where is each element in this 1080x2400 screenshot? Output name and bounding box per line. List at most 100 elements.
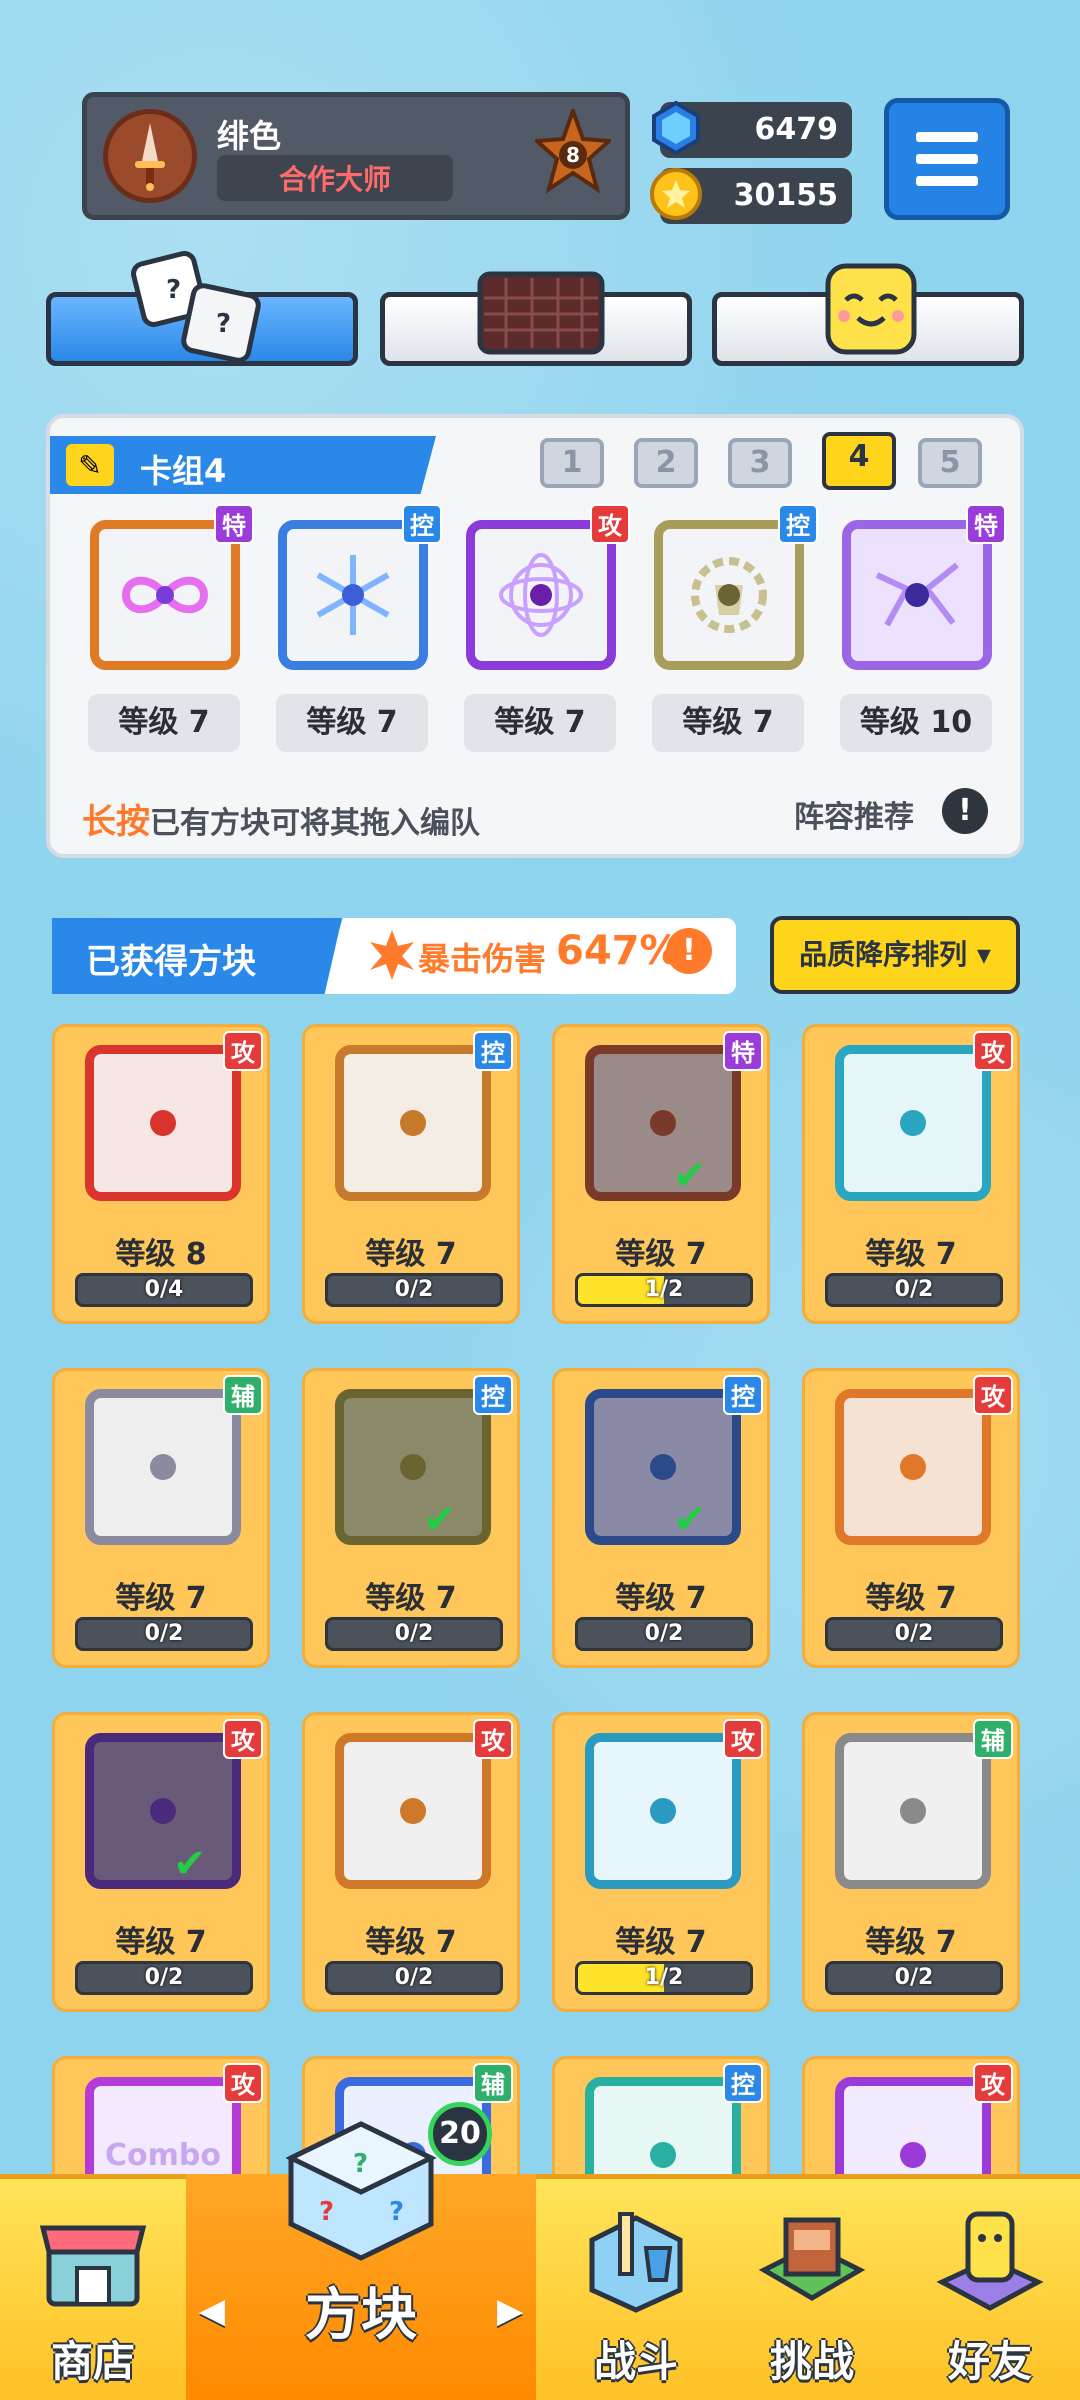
block-level: 等级 7 [615, 1925, 707, 1960]
type-badge: 控 [723, 1375, 763, 1415]
block-card[interactable]: 攻等级 7 0/2 [302, 1712, 520, 2012]
equipped-check-icon: ✔ [423, 1497, 457, 1543]
block-core-dot [150, 1798, 176, 1824]
dial-icon [835, 1733, 991, 1889]
type-badge: 控 [402, 504, 442, 544]
upgrade-progress-bar: 0/2 [575, 1617, 753, 1651]
deck-slot-1[interactable]: 1 [540, 438, 604, 488]
lineup-recommend-button[interactable]: 阵容推荐 [794, 792, 914, 836]
type-badge: 攻 [223, 1031, 263, 1071]
hint-text: 已有方块可将其拖入编队 [150, 806, 480, 841]
nav-blocks-label: 方块 [305, 2283, 417, 2348]
nav-shop[interactable]: 商店 [0, 2174, 186, 2400]
nav-battle-label: 战斗 [593, 2337, 678, 2386]
player-profile[interactable]: 绯色 合作大师 8 [82, 92, 630, 220]
svg-text:?: ? [166, 275, 181, 305]
player-title: 合作大师 [217, 155, 453, 201]
type-badge: 攻 [223, 1719, 263, 1759]
block-card[interactable]: 攻等级 7 0/2 [802, 1024, 1020, 1324]
block-card[interactable]: 控等级 7 0/2 [302, 1024, 520, 1324]
upgrade-progress-bar: 0/2 [325, 1961, 503, 1995]
block-level: 等级 7 [115, 1925, 207, 1960]
crit-damage-label: 暴击伤害 [418, 940, 547, 978]
hint-highlight: 长按 [82, 802, 150, 842]
svg-text:?: ? [389, 2197, 404, 2227]
nav-challenge[interactable]: 挑战 [724, 2174, 900, 2400]
type-badge: 特 [214, 504, 254, 544]
battle-icon [589, 2212, 683, 2313]
block-level: 等级 7 [865, 1237, 957, 1272]
deck-slot-2[interactable]: 2 [634, 438, 698, 488]
sand-icon [335, 1045, 491, 1201]
block-level: 等级 7 [365, 1237, 457, 1272]
nav-battle[interactable]: 战斗 [548, 2174, 724, 2400]
type-badge: 攻 [223, 2063, 263, 2103]
gear-shield-icon [335, 1389, 491, 1545]
deck-slot-3[interactable]: 3 [728, 438, 792, 488]
progress-text: 0/2 [894, 1621, 934, 1646]
block-card[interactable]: 辅等级 7 0/2 [52, 1368, 270, 1668]
deck-tile-level: 等级 7 [88, 694, 240, 752]
type-badge: 攻 [973, 2063, 1013, 2103]
smiley-icon [825, 263, 917, 355]
crit-info-icon[interactable]: ! [666, 928, 712, 974]
deck-tile-2[interactable]: 控 [274, 504, 444, 680]
nav-friends[interactable]: 好友 [900, 2174, 1080, 2400]
friends-icon [936, 2211, 1044, 2311]
upgrade-progress-bar: 0/2 [825, 1617, 1003, 1651]
nav-prev-arrow-icon[interactable]: ◀ [199, 2291, 225, 2331]
dropdown-arrow-icon: ▾ [976, 938, 991, 971]
edit-pencil-icon[interactable]: ✎ [66, 444, 114, 486]
sword-avatar-icon [103, 109, 197, 203]
deck-slot-4[interactable]: 4 [822, 432, 896, 490]
nav-challenge-label: 挑战 [769, 2337, 854, 2386]
menu-button[interactable] [884, 98, 1010, 220]
blocks-count-badge: 20 [428, 2102, 492, 2166]
nav-blocks[interactable]: ? ? ? ◀ 方块 ▶ [186, 2121, 536, 2400]
gem-icon [652, 100, 700, 156]
svg-text:?: ? [216, 309, 231, 339]
block-core-dot [400, 1798, 426, 1824]
sort-label: 品质降序排列 [799, 938, 968, 971]
type-badge: 特 [966, 504, 1006, 544]
deck-slot-5[interactable]: 5 [918, 438, 982, 488]
progress-text: 0/2 [394, 1277, 434, 1302]
info-icon[interactable]: ! [942, 788, 988, 834]
progress-text: 0/4 [144, 1277, 184, 1302]
block-card[interactable]: 攻 ✔ 等级 7 0/2 [52, 1712, 270, 2012]
infinity-icon [585, 1045, 741, 1201]
sort-dropdown[interactable]: 品质降序排列 ▾ [770, 916, 1020, 994]
grid-board-icon [477, 271, 605, 355]
block-card[interactable]: 攻等级 7 0/2 [802, 1368, 1020, 1668]
flame-icon [835, 1389, 991, 1545]
block-card[interactable]: 控 ✔ 等级 7 0/2 [302, 1368, 520, 1668]
block-core-dot [650, 1110, 676, 1136]
deck-tile-1[interactable]: 特 [86, 504, 256, 680]
coin-icon [650, 168, 702, 220]
upgrade-progress-bar: 1/2 [575, 1961, 753, 1995]
block-card[interactable]: 攻等级 8 0/4 [52, 1024, 270, 1324]
type-badge: 攻 [723, 1719, 763, 1759]
drag-hint: 长按已有方块可将其拖入编队 [82, 794, 480, 843]
block-core-dot [900, 1110, 926, 1136]
block-card[interactable]: 特 ✔ 等级 7 1/2 [552, 1024, 770, 1324]
mystery-block-icon: ? ? ? [285, 2121, 437, 2261]
block-core-dot [400, 1454, 426, 1480]
block-card[interactable]: 攻等级 7 1/2 [552, 1712, 770, 2012]
deck-tile-4[interactable]: 控 [650, 504, 820, 680]
block-card[interactable]: 控 ✔ 等级 7 0/2 [552, 1368, 770, 1668]
block-core-dot [900, 2142, 926, 2168]
rank-level: 8 [566, 143, 580, 167]
snowflake-icon [585, 1389, 741, 1545]
deck-tile-3[interactable]: 攻 [462, 504, 632, 680]
deck-tile-5[interactable]: 特 [838, 504, 1008, 680]
shop-icon [39, 2225, 147, 2307]
upgrade-progress-bar: 1/2 [575, 1273, 753, 1307]
nav-next-arrow-icon[interactable]: ▶ [497, 2291, 523, 2331]
type-badge: 攻 [973, 1375, 1013, 1415]
progress-text: 0/2 [394, 1965, 434, 1990]
obtained-title: 已获得方块 [52, 918, 342, 994]
block-level: 等级 7 [865, 1581, 957, 1616]
progress-text: 1/2 [644, 1277, 684, 1302]
block-card[interactable]: 辅等级 7 0/2 [802, 1712, 1020, 2012]
